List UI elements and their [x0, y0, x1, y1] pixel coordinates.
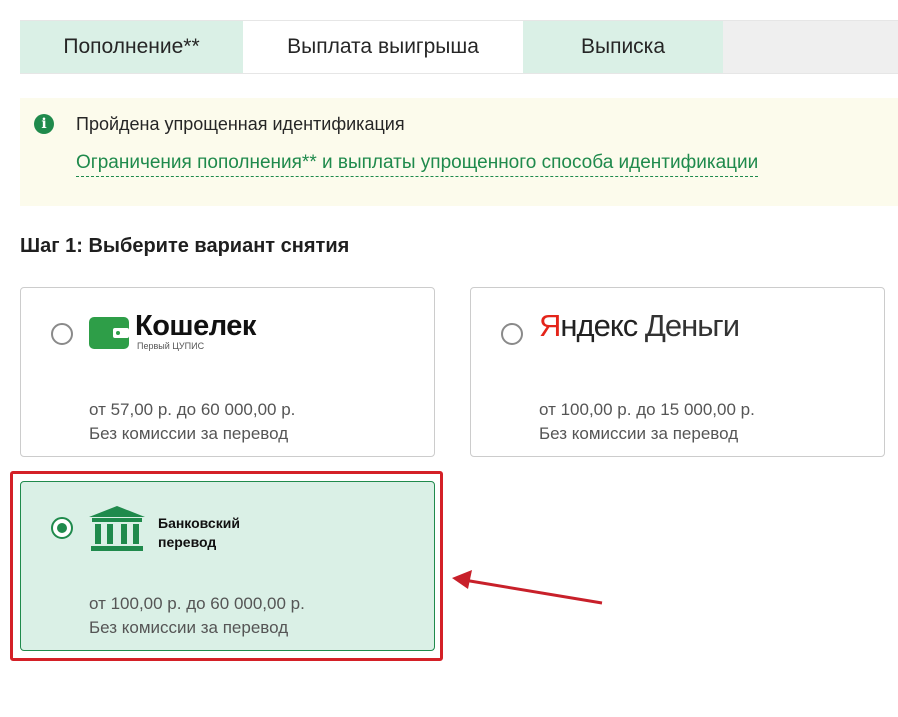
pointer-arrow-icon — [452, 570, 603, 605]
koshelek-logo-text: Кошелек — [135, 310, 256, 342]
wallet-icon — [89, 317, 129, 349]
tab-statement[interactable]: Выписка — [523, 21, 723, 73]
yandex-logo: Яндекс Деньги — [539, 308, 740, 344]
tab-payout[interactable]: Выплата выигрыша — [243, 21, 523, 73]
option-radio-koshelek[interactable] — [51, 323, 73, 345]
yandex-logo-word: ндекс — [560, 308, 638, 343]
koshelek-range: от 57,00 р. до 60 000,00 р. — [89, 400, 296, 419]
step-heading: Шаг 1: Выберите вариант снятия — [20, 235, 350, 257]
option-radio-yandex[interactable] — [501, 323, 523, 345]
limits-link[interactable]: Ограничения пополнения** и выплаты упрощ… — [76, 152, 759, 177]
notice-title: Пройдена упрощенная идентификация — [76, 114, 405, 134]
koshelek-logo-subtitle: Первый ЦУПИС — [137, 341, 205, 351]
option-card-koshelek[interactable]: Кошелек Первый ЦУПИС от 57,00 р. до 60 0… — [20, 287, 435, 457]
yandex-fee: Без комиссии за перевод — [539, 424, 739, 443]
identification-notice: i Пройдена упрощенная идентификация Огра… — [20, 98, 898, 206]
yandex-logo-money: Деньги — [644, 308, 740, 343]
yandex-range: от 100,00 р. до 15 000,00 р. — [539, 400, 755, 419]
bank-transfer-title: Банковский перевод — [158, 515, 240, 550]
yandex-logo-letter: Я — [539, 308, 561, 343]
bank-transfer-range: от 100,00 р. до 60 000,00 р. — [89, 594, 305, 613]
info-icon: i — [34, 114, 54, 134]
bank-transfer-fee: Без комиссии за перевод — [89, 618, 289, 637]
option-card-yandex[interactable]: Яндекс Деньги от 100,00 р. до 15 000,00 … — [470, 287, 885, 457]
option-radio-bank-transfer[interactable] — [51, 517, 73, 539]
koshelek-fee: Без комиссии за перевод — [89, 424, 289, 443]
tab-deposit[interactable]: Пополнение** — [20, 21, 243, 73]
bank-icon — [89, 506, 145, 551]
tab-bar: Пополнение** Выплата выигрыша Выписка — [20, 20, 898, 74]
option-card-bank-transfer[interactable]: Банковский перевод от 100,00 р. до 60 00… — [20, 481, 435, 651]
